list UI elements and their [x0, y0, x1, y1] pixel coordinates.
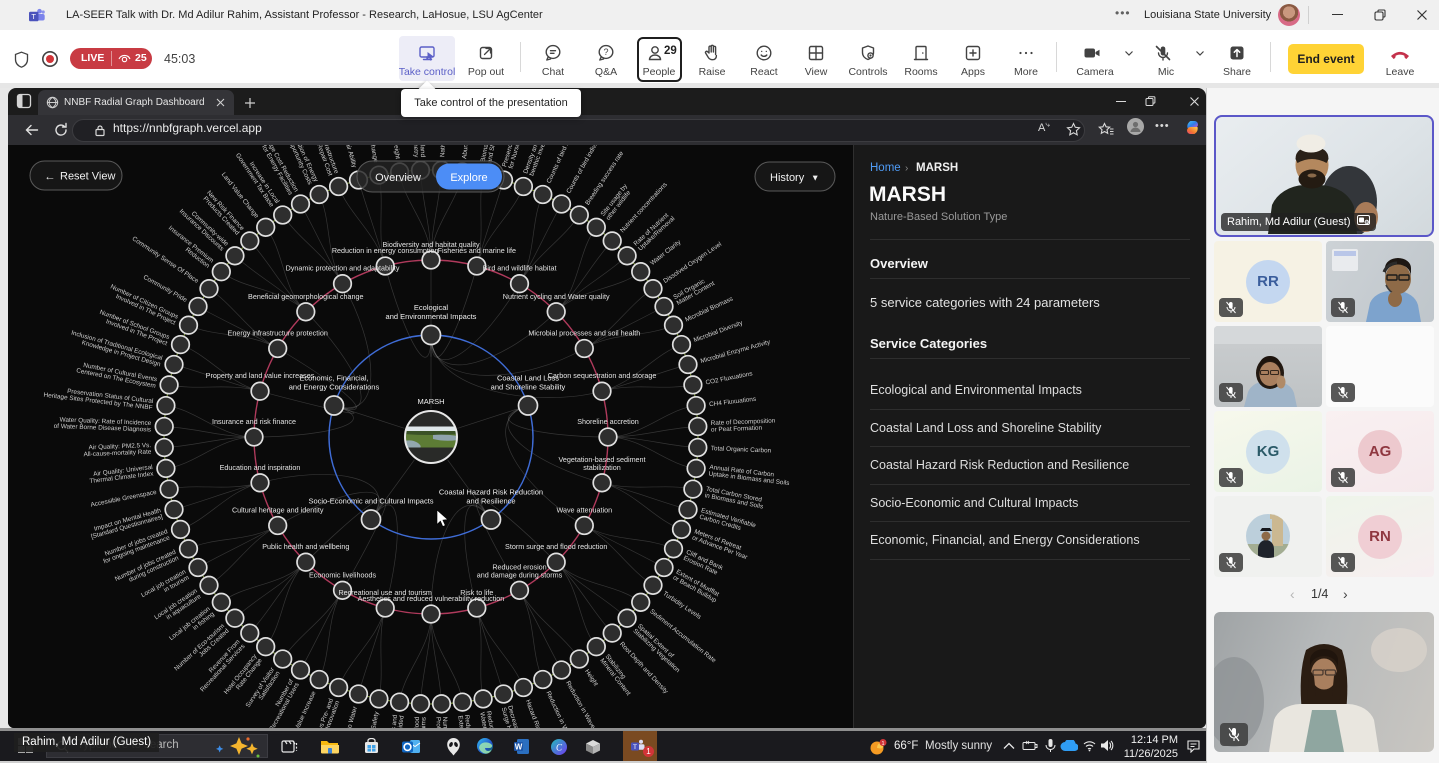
svg-text:Beneficial geomorphological ch: Beneficial geomorphological change [248, 292, 363, 301]
svg-text:Microbial processes and soil h: Microbial processes and soil health [528, 329, 640, 338]
svg-text:Education and inspiration: Education and inspiration [220, 463, 301, 472]
svg-text:Economic livelihoods: Economic livelihoods [309, 570, 377, 579]
svg-text:W: W [515, 743, 523, 752]
svg-text:Public health and wellbeing: Public health and wellbeing [262, 542, 349, 551]
svg-text:Recreational use and tourism: Recreational use and tourism [338, 588, 432, 597]
svg-text:History: History [770, 172, 805, 184]
svg-text:Reduction in energy consumptio: Reduction in energy consumption [332, 246, 439, 255]
svg-text:1: 1 [881, 741, 884, 747]
svg-text:Number of StructuresProtected: Number of StructuresProtected [434, 717, 450, 728]
svg-text:Reset View: Reset View [60, 171, 115, 183]
svg-text:Energy infrastructure protecti: Energy infrastructure protection [228, 329, 328, 338]
svg-text:←: ← [44, 171, 56, 183]
svg-text:T: T [31, 12, 36, 21]
svg-text:Coastal Land Lossand Shoreline: Coastal Land Lossand Shoreline Stability [491, 374, 566, 392]
svg-text:▼: ▼ [811, 173, 819, 183]
svg-text:Air Quality: PM2.5 Vs.All-caus: Air Quality: PM2.5 Vs.All-cause-mortalit… [83, 442, 152, 458]
svg-text:Insurance and risk finance: Insurance and risk finance [212, 417, 296, 426]
svg-text:Wave attenuation: Wave attenuation [556, 506, 612, 515]
svg-text:C: C [556, 743, 563, 753]
svg-text:Barrier IslandArea and Geometr: Barrier IslandArea and Geometry [410, 145, 426, 158]
svg-text:Overview: Overview [375, 172, 421, 184]
svg-text:Dynamic protection and adaptab: Dynamic protection and adaptability [286, 264, 400, 273]
svg-text:MARSH: MARSH [417, 397, 444, 406]
svg-text:Storm surge and flood reductio: Storm surge and flood reduction [505, 542, 607, 551]
svg-text:T: T [633, 744, 637, 751]
svg-text:Nutrient cycling and Water qua: Nutrient cycling and Water quality [503, 292, 610, 301]
svg-text:Socio-Economic and Cultural Im: Socio-Economic and Cultural Impacts [308, 497, 433, 506]
svg-text:Explore: Explore [450, 172, 487, 184]
svg-text:Fisheries and marine life: Fisheries and marine life [438, 246, 516, 255]
svg-text:Shoreline accretion: Shoreline accretion [577, 417, 639, 426]
svg-text:Reduction in FloodInsurance Cl: Reduction in FloodInsurance Claims [412, 716, 428, 727]
svg-text:Property and land value increa: Property and land value increases [206, 371, 315, 380]
svg-text:Bird and wildlife habitat: Bird and wildlife habitat [483, 264, 557, 273]
svg-text:?: ? [603, 47, 608, 57]
svg-text:Carbon sequestration and stora: Carbon sequestration and storage [548, 371, 657, 380]
svg-text:Cultural heritage and identity: Cultural heritage and identity [232, 506, 324, 515]
svg-text:Economic, Financial,and Energy: Economic, Financial,and Energy Considera… [289, 374, 380, 392]
